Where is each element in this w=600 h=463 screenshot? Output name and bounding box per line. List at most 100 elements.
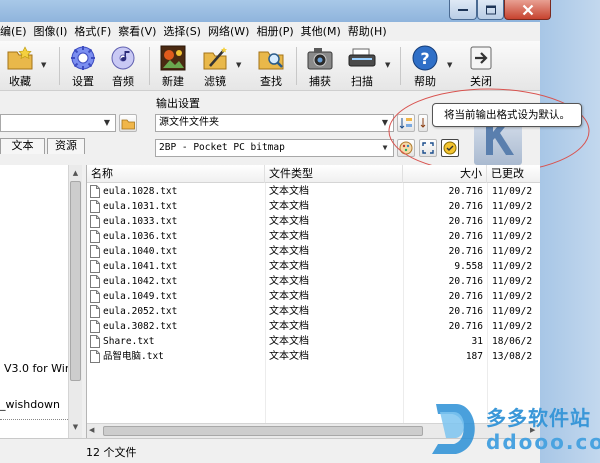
collect-button[interactable]: 收藏 (0, 41, 40, 91)
tooltip: 将当前输出格式设为默认。 (432, 103, 582, 127)
file-modified: 11/09/2 (492, 201, 533, 212)
find-button[interactable]: 查找 (252, 41, 290, 91)
column-modified[interactable]: 已更改 (487, 165, 540, 183)
gear-icon (71, 46, 95, 70)
file-name: eula.1041.txt (103, 261, 178, 272)
filter-button[interactable]: 滤镜 (196, 41, 234, 91)
table-row[interactable]: eula.1049.txt 文本文档 20.716 11/09/2 (87, 289, 540, 304)
table-row[interactable]: eula.1033.txt 文本文档 20.716 11/09/2 (87, 214, 540, 229)
filter-label: 滤镜 (204, 75, 226, 88)
menu-album[interactable]: 相册(P) (256, 22, 300, 41)
new-button[interactable]: 新建 (154, 41, 192, 91)
table-row[interactable]: eula.1028.txt 文本文档 20.716 11/09/2 (87, 184, 540, 199)
file-size: 20.716 (448, 201, 483, 212)
table-row[interactable]: eula.3082.txt 文本文档 20.716 11/09/2 (87, 319, 540, 334)
menu-help[interactable]: 帮助(H) (348, 22, 394, 41)
file-modified: 11/09/2 (492, 306, 533, 317)
file-modified: 11/09/2 (492, 261, 533, 272)
maximize-button[interactable] (477, 0, 504, 20)
file-modified: 11/09/2 (492, 291, 533, 302)
toolbar-separator (296, 47, 297, 85)
file-name: eula.1028.txt (103, 186, 178, 197)
text-file-icon (90, 290, 100, 303)
chevron-down-icon[interactable]: ▼ (385, 61, 390, 69)
new-label: 新建 (162, 75, 184, 88)
file-name: eula.1042.txt (103, 276, 178, 287)
scan-label: 扫描 (351, 75, 373, 88)
close-button[interactable]: 关闭 (462, 41, 500, 91)
menu-view[interactable]: 察看(V) (118, 22, 163, 41)
column-name[interactable]: 名称 (87, 165, 265, 183)
menu-other[interactable]: 其他(M) (301, 22, 348, 41)
output-folder-select[interactable]: 源文件文件夹 ▼ (155, 114, 394, 132)
settings-button[interactable]: 设置 (64, 41, 102, 91)
column-type[interactable]: 文件类型 (265, 165, 403, 183)
file-modified: 11/09/2 (492, 231, 533, 242)
file-size: 31 (471, 336, 483, 347)
text-file-icon (90, 245, 100, 258)
tab-text[interactable]: 文本 (0, 138, 45, 154)
file-type: 文本文档 (269, 321, 309, 332)
file-size: 187 (465, 351, 483, 362)
file-modified: 11/09/2 (492, 246, 533, 257)
output-format-value: 2BP - Pocket PC bitmap (159, 142, 285, 153)
minimize-button[interactable] (449, 0, 477, 20)
file-type: 文本文档 (269, 276, 309, 287)
find-label: 查找 (260, 75, 282, 88)
tree-line (0, 419, 68, 420)
tab-resources[interactable]: 资源 (47, 138, 85, 154)
scroll-thumb[interactable] (103, 426, 423, 436)
tree-item[interactable]: _wishdown (0, 398, 60, 411)
table-row[interactable]: 品智电脑.txt 文本文档 187 13/08/2 (87, 349, 540, 364)
scroll-left-icon[interactable]: ◀ (89, 426, 94, 434)
file-size: 20.716 (448, 216, 483, 227)
menu-select[interactable]: 选择(S) (163, 22, 208, 41)
menu-network[interactable]: 网络(W) (208, 22, 256, 41)
capture-button[interactable]: 捕获 (301, 41, 339, 91)
file-name: eula.1031.txt (103, 201, 178, 212)
text-file-icon (90, 230, 100, 243)
scroll-down-icon[interactable]: ▼ (69, 421, 82, 434)
menu-image[interactable]: 图像(I) (34, 22, 75, 41)
table-row[interactable]: eula.1040.txt 文本文档 20.716 11/09/2 (87, 244, 540, 259)
text-file-icon (90, 185, 100, 198)
menu-edit[interactable]: 编(E) (0, 22, 34, 41)
file-name: Share.txt (103, 336, 155, 347)
table-row[interactable]: eula.1042.txt 文本文档 20.716 11/09/2 (87, 274, 540, 289)
tree-item[interactable]: V3.0 for Wir (4, 362, 69, 375)
toolbar-separator (400, 47, 401, 85)
table-row[interactable]: eula.1031.txt 文本文档 20.716 11/09/2 (87, 199, 540, 214)
sound-label: 音频 (112, 75, 134, 88)
collect-label: 收藏 (9, 75, 31, 88)
folder-path-combo[interactable]: ▼ (0, 114, 116, 132)
chevron-down-icon[interactable]: ▼ (236, 61, 241, 69)
file-name: eula.1033.txt (103, 216, 178, 227)
find-folder-icon (258, 51, 284, 70)
text-file-icon (90, 305, 100, 318)
watermark-brand: 多多软件站 (486, 406, 591, 430)
chevron-down-icon[interactable]: ▼ (447, 61, 452, 69)
chevron-down-icon[interactable]: ▼ (41, 61, 46, 69)
scroll-up-icon[interactable]: ▲ (69, 167, 82, 180)
svg-text:?: ? (420, 49, 429, 68)
table-row[interactable]: eula.1041.txt 文本文档 9.558 11/09/2 (87, 259, 540, 274)
table-row[interactable]: eula.1036.txt 文本文档 20.716 11/09/2 (87, 229, 540, 244)
scan-button[interactable]: 扫描 (343, 41, 381, 91)
file-modified: 13/08/2 (492, 351, 533, 362)
column-size[interactable]: 大小 (403, 165, 487, 183)
browse-folder-button[interactable] (119, 114, 137, 132)
capture-label: 捕获 (309, 75, 331, 88)
new-image-icon (160, 45, 186, 71)
table-row[interactable]: eula.2052.txt 文本文档 20.716 11/09/2 (87, 304, 540, 319)
help-button[interactable]: ? 帮助 (406, 41, 444, 91)
folder-tree-scrollbar[interactable]: ▲ ▼ (68, 165, 82, 438)
file-name: eula.2052.txt (103, 306, 178, 317)
menu-format[interactable]: 格式(F) (74, 22, 118, 41)
scroll-thumb[interactable] (70, 181, 81, 381)
output-format-select[interactable]: 2BP - Pocket PC bitmap ▼ (155, 139, 394, 157)
close-window-button[interactable] (504, 0, 551, 20)
window-frame (540, 0, 600, 463)
table-row[interactable]: Share.txt 文本文档 31 18/06/2 (87, 334, 540, 349)
watermark-d-icon (432, 404, 475, 454)
sound-button[interactable]: 音频 (104, 41, 142, 91)
